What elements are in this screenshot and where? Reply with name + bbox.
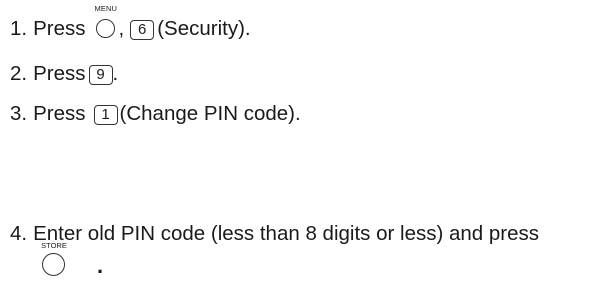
step-3-number: 3. xyxy=(10,102,28,125)
step-1-number: 1. xyxy=(10,17,28,40)
step-4-period: . xyxy=(97,253,104,278)
step-4-text: Enter old PIN code (less than 8 digits o… xyxy=(33,222,540,245)
step-1-security-text: (Security). xyxy=(157,17,251,40)
step-3-press-text: Press xyxy=(33,102,86,125)
menu-key-circle xyxy=(95,19,115,38)
step-2-number: 2. xyxy=(10,62,28,85)
key-1-icon: 1 xyxy=(93,104,118,125)
key-9-icon: 9 xyxy=(88,64,113,85)
store-key-icon: STORE xyxy=(41,242,67,277)
step-4-number: 4. xyxy=(10,222,28,245)
step-3: 3. Press 1 (Change PIN code). xyxy=(10,102,301,126)
step-1-press-text: Press xyxy=(33,17,86,40)
menu-key-icon: MENU xyxy=(95,5,119,41)
step-2-period: . xyxy=(112,62,119,85)
step-4: 4. Enter old PIN code (less than 8 digit… xyxy=(10,222,539,246)
step-1-separator: , xyxy=(118,17,125,40)
store-key-circle xyxy=(42,253,65,276)
key-6-icon: 6 xyxy=(130,19,155,40)
step-2-press-text: Press xyxy=(33,62,86,85)
step-2: 2. Press 9 . xyxy=(10,62,118,86)
step-1: 1. Press MENU , 6 (Security). xyxy=(10,5,251,41)
step-3-change-pin-text: (Change PIN code). xyxy=(119,102,301,125)
menu-key-label: MENU xyxy=(94,4,117,13)
store-key-label: STORE xyxy=(41,241,67,250)
